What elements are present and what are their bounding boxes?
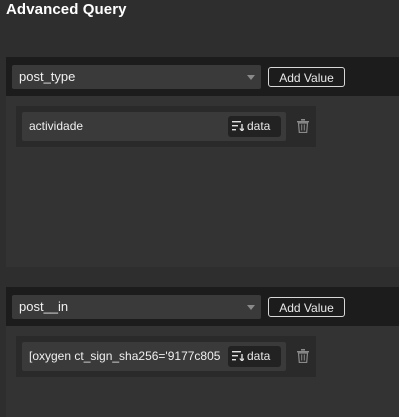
add-value-button[interactable]: Add Value — [268, 67, 345, 87]
dynamic-data-button[interactable]: data — [228, 346, 281, 367]
query-header: post__in Add Value — [6, 287, 399, 326]
value-text: [oxygen ct_sign_sha256='9177c805 — [29, 349, 221, 363]
query-values: actividade data — [6, 96, 399, 267]
param-select[interactable]: post__in — [12, 295, 261, 319]
sort-lines-icon — [232, 350, 245, 362]
dynamic-data-button[interactable]: data — [228, 116, 281, 137]
chevron-down-icon — [247, 75, 255, 80]
add-value-button[interactable]: Add Value — [268, 297, 345, 317]
query-panel: post__in Add Value [oxygen ct_sign_sha25… — [6, 287, 399, 417]
value-input[interactable]: [oxygen ct_sign_sha256='9177c805 data — [22, 342, 286, 371]
trash-icon[interactable] — [297, 349, 309, 363]
query-values: [oxygen ct_sign_sha256='9177c805 data — [6, 326, 399, 417]
advanced-query-page: Advanced Query post_type Add Value activ… — [0, 0, 399, 417]
value-input[interactable]: actividade data — [22, 112, 286, 141]
query-header: post_type Add Value — [6, 57, 399, 96]
query-panel: post_type Add Value actividade data — [6, 57, 399, 267]
value-row: actividade data — [16, 106, 316, 147]
sort-lines-icon — [232, 120, 245, 132]
chevron-down-icon — [247, 305, 255, 310]
page-title: Advanced Query — [6, 1, 127, 18]
trash-icon[interactable] — [297, 119, 309, 133]
param-select-value: post_type — [19, 69, 76, 84]
value-text: actividade — [29, 119, 84, 133]
param-select[interactable]: post_type — [12, 65, 261, 89]
data-label: data — [247, 119, 271, 133]
value-row: [oxygen ct_sign_sha256='9177c805 data — [16, 336, 316, 377]
param-select-value: post__in — [19, 299, 69, 314]
data-label: data — [247, 349, 271, 363]
